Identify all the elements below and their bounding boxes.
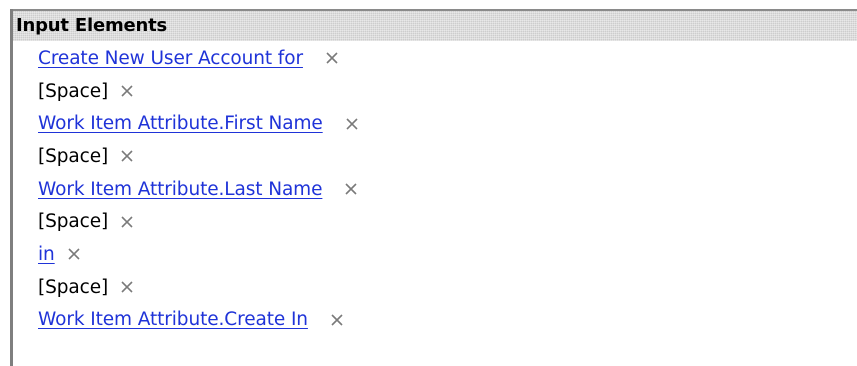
input-element-link[interactable]: Create New User Account for <box>38 48 303 69</box>
list-item: Work Item Attribute.First Name <box>38 107 838 140</box>
list-item: Create New User Account for <box>38 42 838 75</box>
list-item: Work Item Attribute.Create In <box>38 304 838 337</box>
input-element-link[interactable]: in <box>38 244 55 265</box>
close-icon[interactable] <box>345 117 359 131</box>
close-icon[interactable] <box>67 247 81 261</box>
input-element-link[interactable]: Work Item Attribute.Create In <box>38 309 308 330</box>
list-item: [Space] <box>38 271 838 304</box>
input-element-text: [Space] <box>38 211 109 233</box>
close-icon[interactable] <box>325 51 339 65</box>
input-elements-list: Create New User Account for [Space] Work… <box>38 42 838 336</box>
list-item: [Space] <box>38 140 838 173</box>
panel-left-border <box>10 9 13 366</box>
input-element-text: [Space] <box>38 145 109 167</box>
close-icon[interactable] <box>330 313 344 327</box>
list-item: in <box>38 238 838 271</box>
input-elements-panel: Input Elements Create New User Account f… <box>0 0 857 366</box>
input-element-text: [Space] <box>38 80 109 102</box>
list-item: [Space] <box>38 205 838 238</box>
top-margin <box>0 0 857 9</box>
input-element-text: [Space] <box>38 276 109 298</box>
panel-header: Input Elements <box>13 9 857 41</box>
input-element-link[interactable]: Work Item Attribute.Last Name <box>38 179 322 200</box>
panel-title: Input Elements <box>16 15 168 36</box>
list-item: [Space] <box>38 75 838 108</box>
list-item: Work Item Attribute.Last Name <box>38 173 838 206</box>
close-icon[interactable] <box>120 215 134 229</box>
input-element-link[interactable]: Work Item Attribute.First Name <box>38 113 323 134</box>
close-icon[interactable] <box>120 149 134 163</box>
close-icon[interactable] <box>344 182 358 196</box>
close-icon[interactable] <box>120 84 134 98</box>
close-icon[interactable] <box>120 280 134 294</box>
